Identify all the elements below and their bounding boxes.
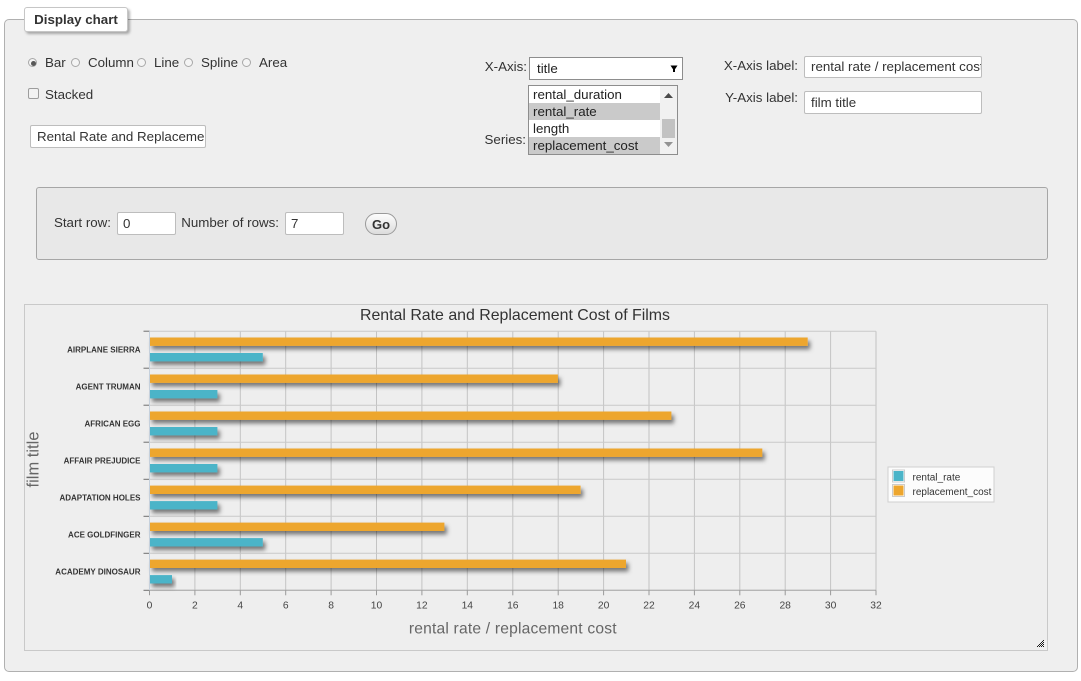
svg-text:24: 24 xyxy=(689,600,701,611)
svg-text:14: 14 xyxy=(462,600,474,611)
svg-text:replacement_cost: replacement_cost xyxy=(913,487,992,498)
svg-text:32: 32 xyxy=(870,600,882,611)
svg-text:22: 22 xyxy=(643,600,655,611)
svg-text:16: 16 xyxy=(507,600,519,611)
svg-text:AFRICAN EGG: AFRICAN EGG xyxy=(85,420,141,429)
svg-text:10: 10 xyxy=(371,600,383,611)
svg-text:12: 12 xyxy=(416,600,428,611)
svg-text:AIRPLANE SIERRA: AIRPLANE SIERRA xyxy=(67,346,141,355)
svg-text:28: 28 xyxy=(779,600,791,611)
svg-text:0: 0 xyxy=(147,600,153,611)
svg-text:rental rate / replacement cost: rental rate / replacement cost xyxy=(409,621,617,638)
svg-text:4: 4 xyxy=(237,600,243,611)
svg-text:18: 18 xyxy=(552,600,564,611)
svg-text:film title: film title xyxy=(25,432,43,488)
svg-text:26: 26 xyxy=(734,600,746,611)
svg-text:ACE GOLDFINGER: ACE GOLDFINGER xyxy=(68,531,141,540)
svg-text:2: 2 xyxy=(192,600,198,611)
svg-text:rental_rate: rental_rate xyxy=(913,473,961,484)
svg-text:ADAPTATION HOLES: ADAPTATION HOLES xyxy=(59,494,141,503)
svg-text:AGENT TRUMAN: AGENT TRUMAN xyxy=(76,383,141,392)
svg-text:AFFAIR PREJUDICE: AFFAIR PREJUDICE xyxy=(64,457,142,466)
svg-text:6: 6 xyxy=(283,600,289,611)
svg-text:Rental Rate and Replacement Co: Rental Rate and Replacement Cost of Film… xyxy=(360,307,670,324)
svg-text:30: 30 xyxy=(825,600,837,611)
svg-text:20: 20 xyxy=(598,600,610,611)
svg-text:8: 8 xyxy=(328,600,334,611)
svg-text:ACADEMY DINOSAUR: ACADEMY DINOSAUR xyxy=(55,568,140,577)
